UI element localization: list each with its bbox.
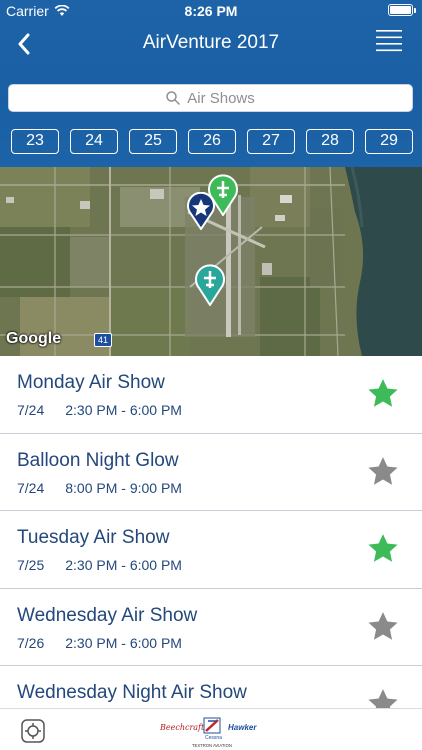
search-icon	[166, 91, 180, 105]
favorite-star-icon[interactable]	[366, 455, 400, 489]
map-pin-airshow-green[interactable]	[207, 174, 239, 216]
bottom-toolbar: Beechcraft Cessna Hawker TEXTRON AVIATIO…	[0, 708, 422, 750]
sponsor-logos: Beechcraft Cessna Hawker TEXTRON AVIATIO…	[160, 717, 257, 748]
event-title: Wednesday Air Show	[17, 604, 198, 626]
event-meta: 7/24 8:00 PM - 9:00 PM	[17, 480, 182, 496]
road-shield-label: 41	[94, 333, 112, 347]
date-chip-23[interactable]: 23	[11, 129, 59, 154]
status-time: 8:26 PM	[184, 3, 238, 19]
page-title: AirVenture 2017	[142, 32, 280, 53]
event-row[interactable]: Tuesday Air Show 7/25 2:30 PM - 6:00 PM	[0, 511, 422, 589]
app-header: Carrier 8:26 PM AirVenture 2017 Air Show…	[0, 0, 422, 167]
search-input[interactable]: Air Shows	[8, 84, 413, 112]
battery-icon	[388, 4, 416, 16]
hamburger-menu-icon	[376, 30, 402, 52]
event-row[interactable]: Monday Air Show 7/24 2:30 PM - 6:00 PM	[0, 356, 422, 434]
event-meta: 7/25 2:30 PM - 6:00 PM	[17, 557, 182, 573]
event-date: 7/25	[17, 557, 45, 573]
event-row[interactable]: Wednesday Night Air Show	[0, 666, 422, 708]
google-attribution: Google	[6, 330, 62, 347]
event-date: 7/24	[17, 479, 45, 496]
settings-gear-icon	[21, 719, 45, 743]
event-time: 2:30 PM - 6:00 PM	[65, 402, 182, 418]
date-chip-25[interactable]: 25	[129, 129, 177, 154]
search-placeholder: Air Shows	[187, 89, 255, 107]
event-time: 8:00 PM - 9:00 PM	[65, 479, 182, 496]
event-row[interactable]: Wednesday Air Show 7/26 2:30 PM - 6:00 P…	[0, 589, 422, 666]
favorite-star-icon[interactable]	[366, 610, 400, 644]
map-pin-airshow-teal[interactable]	[194, 264, 226, 306]
favorite-star-icon[interactable]	[366, 532, 400, 566]
status-bar: Carrier 8:26 PM	[0, 0, 422, 22]
event-title: Balloon Night Glow	[17, 449, 179, 471]
settings-button[interactable]	[19, 717, 47, 745]
navigation-bar: AirVenture 2017	[0, 22, 422, 66]
event-time: 2:30 PM - 6:00 PM	[65, 557, 182, 573]
event-row[interactable]: Balloon Night Glow 7/24 8:00 PM - 9:00 P…	[0, 434, 422, 511]
date-chip-28[interactable]: 28	[306, 129, 354, 154]
date-chip-24[interactable]: 24	[70, 129, 118, 154]
hawker-logo: Hawker	[228, 723, 257, 732]
menu-button[interactable]	[376, 28, 402, 54]
textron-caption: TEXTRON AVIATION	[192, 743, 232, 748]
date-chip-26[interactable]: 26	[188, 129, 236, 154]
event-date: 7/26	[17, 634, 45, 651]
event-time: 2:30 PM - 6:00 PM	[65, 634, 182, 651]
favorite-star-icon[interactable]	[366, 687, 400, 708]
event-title: Tuesday Air Show	[17, 527, 170, 548]
satellite-map[interactable]: Google 41	[0, 167, 422, 356]
date-chip-29[interactable]: 29	[365, 129, 413, 154]
event-meta: 7/26 2:30 PM - 6:00 PM	[17, 635, 182, 651]
beechcraft-logo: Beechcraft	[160, 723, 205, 732]
event-meta: 7/24 2:30 PM - 6:00 PM	[17, 402, 182, 418]
cessna-logo: Cessna	[205, 735, 222, 741]
date-chip-27[interactable]: 27	[247, 129, 295, 154]
event-title: Wednesday Night Air Show	[17, 682, 247, 703]
favorite-star-icon[interactable]	[366, 377, 400, 411]
date-selector: 23 24 25 26 27 28 29	[0, 129, 422, 155]
event-list: Monday Air Show 7/24 2:30 PM - 6:00 PM B…	[0, 356, 422, 708]
event-title: Monday Air Show	[17, 372, 165, 393]
event-date: 7/24	[17, 402, 45, 418]
